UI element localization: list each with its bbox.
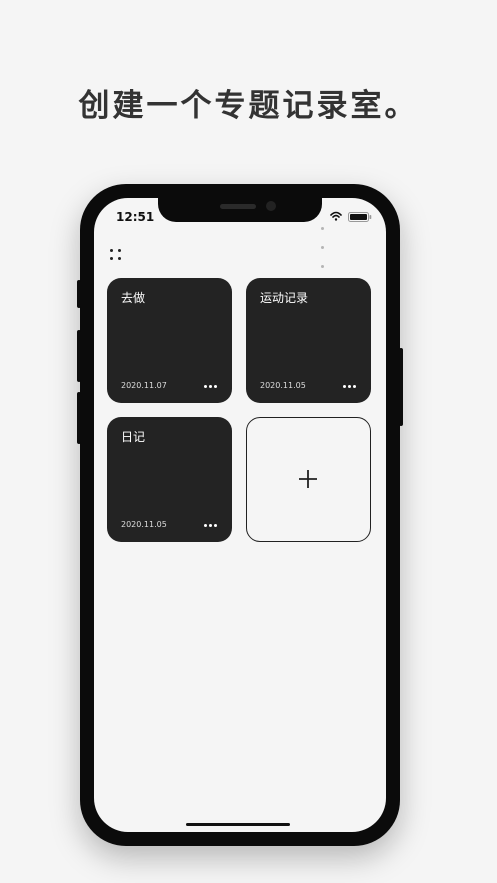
topic-card[interactable]: 日记 2020.11.05 (107, 417, 232, 542)
card-date: 2020.11.05 (121, 520, 167, 529)
card-date: 2020.11.05 (260, 381, 306, 390)
front-camera (266, 201, 276, 211)
speaker-grille (220, 204, 256, 209)
card-title: 日记 (121, 430, 146, 444)
more-icon[interactable] (204, 385, 218, 389)
card-title: 去做 (121, 291, 146, 305)
more-icon[interactable] (343, 385, 357, 389)
menu-icon[interactable] (109, 248, 123, 262)
volume-up-button (77, 330, 81, 382)
headline: 创建一个专题记录室。 (78, 88, 419, 124)
card-title: 运动记录 (260, 291, 309, 305)
status-time: 12:51 (116, 210, 155, 224)
card-date: 2020.11.07 (121, 381, 167, 390)
add-topic-button[interactable] (246, 417, 371, 542)
volume-down-button (77, 392, 81, 444)
home-indicator[interactable] (186, 823, 290, 826)
battery-icon (348, 212, 372, 222)
notch (158, 198, 322, 222)
more-icon[interactable] (204, 524, 218, 528)
topic-card[interactable]: 运动记录 2020.11.05 (246, 278, 371, 403)
plus-icon (299, 470, 317, 488)
wifi-icon (330, 211, 342, 221)
topic-card[interactable]: 去做 2020.11.07 (107, 278, 232, 403)
power-button (399, 348, 403, 426)
phone-screen: 12:51 去做 2020.11.07 运动记录 2020.11.05 日记 2… (94, 198, 386, 832)
silent-switch (77, 280, 81, 308)
phone-frame: 12:51 去做 2020.11.07 运动记录 2020.11.05 日记 2… (77, 184, 403, 846)
